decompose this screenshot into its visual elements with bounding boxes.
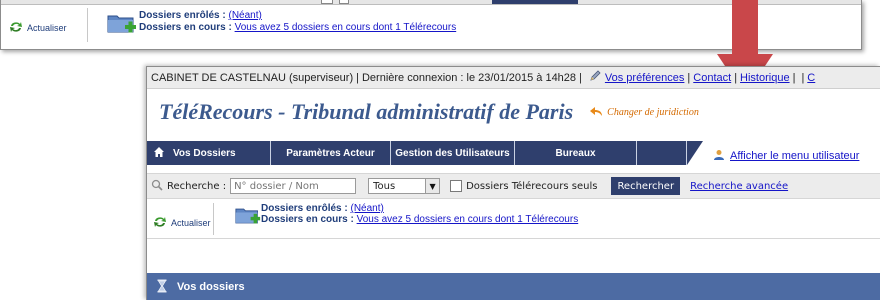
pencil-icon xyxy=(589,70,601,85)
nav-vos-dossiers[interactable]: Vos Dossiers xyxy=(147,141,271,165)
separator: | xyxy=(734,71,738,84)
cropped-search-button-fragment xyxy=(492,0,578,4)
enrolled-label: Dossiers enrôlés : xyxy=(139,10,226,21)
in-progress-label: Dossiers en cours : xyxy=(261,214,354,225)
enrolled-link[interactable]: (Néant) xyxy=(351,203,384,214)
enrolled-label: Dossiers enrôlés : xyxy=(261,203,348,214)
telerecours-only-checkbox[interactable] xyxy=(450,180,463,192)
enrolled-link[interactable]: (Néant) xyxy=(229,10,262,21)
nav-label: Paramètres Acteur xyxy=(286,147,375,159)
magnifier-icon xyxy=(151,179,163,194)
nav-gestion-utilisateurs[interactable]: Gestion des Utilisateurs xyxy=(391,141,515,165)
separator: | xyxy=(687,71,691,84)
refresh-icon xyxy=(153,213,167,232)
advanced-search-link[interactable]: Recherche avancée xyxy=(690,181,788,192)
search-button[interactable]: Rechercher xyxy=(611,177,681,195)
separator: | xyxy=(579,71,582,84)
last-login-text: Dernière connexion : le 23/01/2015 à 14h… xyxy=(361,71,577,84)
screenshot-stage: Actualiser Dossiers enrôlés : (Néant) Do… xyxy=(0,0,880,300)
app-title: TéléRecours - Tribunal administratif de … xyxy=(159,99,574,124)
refresh-icon xyxy=(9,18,23,37)
cropped-checkbox-fragment xyxy=(339,0,349,4)
section-title: Vos dossiers xyxy=(177,281,245,293)
info-bar: CABINET DE CASTELNAU (superviseur) | Der… xyxy=(147,67,880,89)
telerecours-window: CABINET DE CASTELNAU (superviseur) | Der… xyxy=(146,66,880,300)
folder-add-icon xyxy=(235,205,261,231)
change-jurisdiction-label: Changer de juridiction xyxy=(607,106,699,118)
home-icon xyxy=(153,146,165,161)
user-menu-link[interactable]: Afficher le menu utilisateur xyxy=(730,150,859,162)
separator: | xyxy=(801,71,805,84)
in-progress-label: Dossiers en cours : xyxy=(139,22,232,33)
dossier-summary: Dossiers enrôlés : (Néant) Dossiers en c… xyxy=(139,10,456,34)
title-row: TéléRecours - Tribunal administratif de … xyxy=(147,89,880,135)
contact-link[interactable]: Contact xyxy=(693,72,731,84)
in-progress-link[interactable]: Vous avez 5 dossiers en cours dont 1 Tél… xyxy=(357,214,579,225)
search-bar: Recherche : Tous ▼ Dossiers Télérecours … xyxy=(147,173,880,199)
change-jurisdiction-link[interactable]: Changer de juridiction xyxy=(589,103,699,122)
user-menu-toggle[interactable]: Afficher le menu utilisateur xyxy=(713,146,859,165)
dossier-summary: Dossiers enrôlés : (Néant) Dossiers en c… xyxy=(261,203,578,225)
cropped-select-fragment xyxy=(321,0,333,4)
truncated-link[interactable]: C xyxy=(807,72,815,84)
search-label: Recherche : xyxy=(167,180,227,192)
telerecours-only-option[interactable]: Dossiers Télérecours seuls xyxy=(450,180,597,192)
divider xyxy=(87,8,88,42)
filter-select-value: Tous xyxy=(373,180,396,192)
status-panel: Actualiser Dossiers enrôlés : (Néant) Do… xyxy=(147,199,880,239)
preferences-link[interactable]: Vos préférences xyxy=(605,72,685,84)
user-account-text: CABINET DE CASTELNAU (superviseur) xyxy=(151,71,354,84)
refresh-label: Actualiser xyxy=(27,22,67,33)
vos-dossiers-header: Vos dossiers xyxy=(147,273,880,300)
nav-tab-corner xyxy=(687,141,703,165)
filter-select[interactable]: Tous ▼ xyxy=(368,178,441,194)
refresh-label: Actualiser xyxy=(171,217,211,228)
user-icon xyxy=(713,146,725,165)
nav-parametres-acteur[interactable]: Paramètres Acteur xyxy=(271,141,391,165)
back-arrow-icon xyxy=(589,103,603,122)
refresh-button[interactable]: Actualiser xyxy=(153,213,211,232)
hourglass-icon xyxy=(157,278,167,297)
nav-bureaux[interactable]: Bureaux xyxy=(515,141,637,165)
folder-add-icon xyxy=(107,12,137,40)
chevron-down-icon[interactable]: ▼ xyxy=(425,179,440,193)
nav-label: Bureaux xyxy=(555,147,596,159)
in-progress-link[interactable]: Vous avez 5 dossiers en cours dont 1 Tél… xyxy=(235,22,457,33)
search-input[interactable] xyxy=(230,178,357,194)
telerecours-only-label: Dossiers Télérecours seuls xyxy=(466,180,598,192)
nav-tail: Afficher le menu utilisateur xyxy=(687,141,880,165)
history-link[interactable]: Historique xyxy=(740,72,790,84)
main-nav: Vos Dossiers Paramètres Acteur Gestion d… xyxy=(147,141,880,165)
nav-empty-tab xyxy=(637,141,687,165)
separator: | xyxy=(356,71,359,84)
nav-label: Gestion des Utilisateurs xyxy=(395,147,510,159)
refresh-button[interactable]: Actualiser xyxy=(9,18,67,37)
separator: | xyxy=(792,71,796,84)
divider xyxy=(213,203,214,235)
nav-label: Vos Dossiers xyxy=(173,147,236,159)
